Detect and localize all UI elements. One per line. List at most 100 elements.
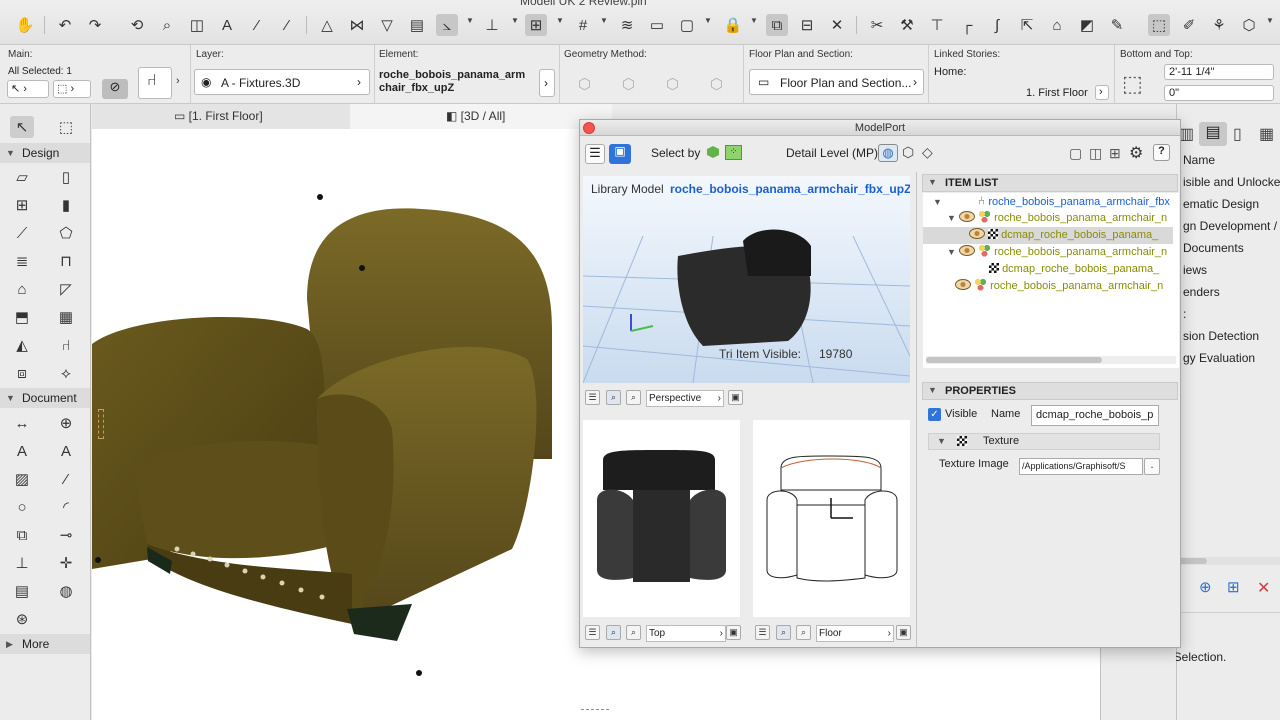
zoom-icon[interactable]: ⌕ [626, 625, 641, 640]
wall-tool-icon[interactable]: ▱ [10, 166, 34, 188]
cancel-trace-icon[interactable]: ✕ [826, 14, 848, 36]
dimension-icon[interactable]: ⊟ [796, 14, 818, 36]
layers-icon[interactable]: ≋ [616, 14, 638, 36]
curtain-wall-tool-icon[interactable]: ▦ [54, 306, 78, 328]
split-icon[interactable]: ◩ [1076, 14, 1098, 36]
eyedropper-icon[interactable]: ⁄ [246, 14, 268, 36]
view-map-icon[interactable]: ▤ [1199, 122, 1227, 146]
chevron-right-icon[interactable]: › [176, 75, 180, 87]
camera-icon[interactable]: ▣ [726, 625, 741, 640]
chevron-down-icon[interactable]: ▼ [556, 16, 564, 25]
label-icon[interactable]: A [216, 14, 238, 36]
column-tool-icon[interactable]: ▮ [54, 194, 78, 216]
roof-tool-icon[interactable]: ⌂ [10, 278, 34, 300]
select-by-element-icon[interactable] [707, 146, 719, 158]
marquee-tool-icon[interactable]: ⬚ [54, 116, 78, 138]
corner-icon[interactable]: ┌ [956, 14, 978, 36]
zone-tool-icon[interactable]: ⧈ [10, 362, 34, 384]
selection-mode-icon[interactable]: ⬚ [1148, 14, 1170, 36]
model-preview-floor[interactable] [753, 420, 910, 617]
navigator-line[interactable]: ematic Design [1183, 197, 1259, 211]
railing-tool-icon[interactable]: ⊓ [54, 250, 78, 272]
visible-checkbox[interactable]: ✓ [928, 408, 941, 421]
zoom-fit-icon[interactable]: ⌕ [776, 625, 791, 640]
hatch-icon[interactable]: ▤ [406, 14, 428, 36]
navigator-line[interactable]: enders [1183, 285, 1220, 299]
hotspot-tool-icon[interactable]: ✛ [54, 552, 78, 574]
publisher-icon[interactable]: ▦ [1259, 124, 1274, 144]
marquee-selector-button[interactable]: ⬚ › [53, 80, 91, 98]
visibility-eye-icon[interactable] [958, 211, 975, 222]
scissors-icon[interactable]: ✂ [866, 14, 888, 36]
tree-row[interactable]: ▼ roche_bobois_panama_armchair_n [923, 210, 1173, 227]
elevate-icon[interactable]: ⊤ [926, 14, 948, 36]
cube-detail-icon[interactable]: ⬡ [902, 144, 914, 161]
marquee-icon[interactable]: ◫ [186, 14, 208, 36]
circle-tool-icon[interactable]: ○ [10, 496, 34, 518]
snap-guides-icon[interactable]: ⊥ [481, 14, 503, 36]
project-map-icon[interactable]: ▥ [1179, 124, 1194, 144]
hotspot[interactable] [317, 194, 323, 200]
navigator-line[interactable]: : [1183, 307, 1186, 321]
edit-icon[interactable]: ✎ [1106, 14, 1128, 36]
close-window-button[interactable] [583, 122, 595, 134]
zoom-fit-icon[interactable]: ⌕ [606, 390, 621, 405]
geometry-method-2-icon[interactable]: ⬡ [622, 75, 635, 93]
down-triangle-icon[interactable]: ▽ [376, 14, 398, 36]
delete-view-icon[interactable]: ✕ [1257, 578, 1270, 598]
library-model-name[interactable]: roche_bobois_panama_armchair_fbx_upZ [670, 182, 910, 196]
home-story-button[interactable]: › [1095, 85, 1109, 100]
curve-icon[interactable]: ∫ [986, 14, 1008, 36]
bottom-height-field[interactable]: 0" [1164, 85, 1274, 101]
tree-row-selected[interactable]: dcmap_roche_bobois_panama_ [923, 227, 1173, 244]
window-tool-icon[interactable]: ⊞ [10, 194, 34, 216]
object-tool-icon[interactable]: ⑁ [54, 334, 78, 356]
view-menu-icon[interactable]: ☰ [585, 625, 600, 640]
geometry-method-1-icon[interactable]: ⬡ [578, 75, 591, 93]
layer-selector[interactable]: ◉ A - Fixtures.3D › [194, 69, 370, 95]
beam-tool-icon[interactable]: ⟋ [10, 222, 34, 244]
object-icon[interactable]: ⑁ [138, 67, 172, 99]
visibility-eye-icon[interactable] [955, 279, 971, 290]
tree-row-root[interactable]: ▼ ⑃ roche_bobois_panama_armchair_fbx [923, 193, 1173, 210]
chevron-down-icon[interactable]: ▼ [704, 16, 712, 25]
camera-icon[interactable]: ▣ [728, 390, 743, 405]
layout-icon[interactable]: ▭ [646, 14, 668, 36]
help-icon[interactable]: ? [1153, 144, 1170, 161]
geometry-method-4-icon[interactable]: ⬡ [710, 75, 723, 93]
tab-3d-all[interactable]: ◧ [3D / All] [350, 104, 612, 129]
layout-split-icon[interactable]: ◫ [1089, 145, 1102, 162]
design-section-header[interactable]: ▼ Design [0, 143, 90, 163]
navigator-line[interactable]: gy Evaluation [1183, 351, 1255, 365]
triangle-icon[interactable]: △ [316, 14, 338, 36]
gravity-icon[interactable]: ⊘ [102, 79, 128, 99]
elevation-tool-icon[interactable]: ⊸ [54, 524, 78, 546]
visibility-eye-icon[interactable] [969, 228, 985, 239]
arrow-tool-icon[interactable]: ↖ [10, 116, 34, 138]
navigator-line[interactable]: Documents [1183, 241, 1244, 255]
navigator-line[interactable]: sion Detection [1183, 329, 1259, 343]
floor-view-select[interactable]: Floor › [816, 625, 894, 642]
element-settings-button[interactable]: › [539, 69, 555, 97]
navigator-line[interactable]: gn Development / C [1183, 219, 1280, 233]
section-tool-icon[interactable]: ⧉ [10, 524, 34, 546]
lock-icon[interactable]: 🔒 [722, 14, 744, 36]
network-icon[interactable]: ⚘ [1208, 14, 1230, 36]
mirror-icon[interactable]: ⋈ [346, 14, 368, 36]
dimension-tool-icon[interactable]: ↔ [10, 412, 34, 434]
export-icon[interactable]: ⇱ [1016, 14, 1038, 36]
cube-icon[interactable]: ⬡ [1238, 14, 1260, 36]
chevron-down-icon[interactable]: ▼ [466, 16, 474, 25]
model-preview-top[interactable] [583, 420, 740, 617]
trace-icon[interactable]: ⧉ [766, 14, 788, 36]
zoom-icon[interactable]: ⌕ [626, 390, 641, 405]
detail-tool-icon[interactable]: ◍ [54, 580, 78, 602]
document-section-header[interactable]: ▼ Document [0, 388, 90, 408]
tree-row[interactable]: ▼ roche_bobois_panama_armchair_n [923, 244, 1173, 261]
zoom-fit-icon[interactable]: ⌕ [606, 625, 621, 640]
line-tool-icon[interactable]: ⁄ [54, 468, 78, 490]
camera-icon[interactable]: ▣ [896, 625, 911, 640]
box-icon[interactable]: ▢ [676, 14, 698, 36]
layout-single-icon[interactable]: ▢ [1069, 145, 1082, 162]
skylight-tool-icon[interactable]: ⬒ [10, 306, 34, 328]
